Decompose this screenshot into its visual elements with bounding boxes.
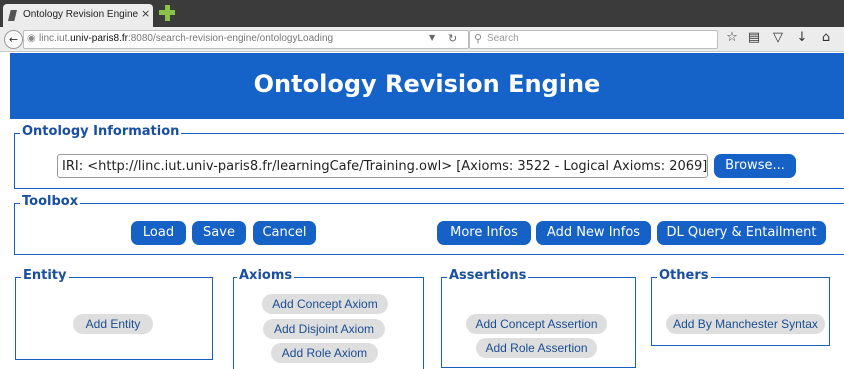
- add-role-axiom-button[interactable]: Add Role Axiom: [271, 343, 378, 363]
- dl-query-entailment-button[interactable]: DL Query & Entailment: [657, 221, 826, 245]
- search-icon: ⚲: [474, 32, 483, 45]
- new-tab-icon[interactable]: [159, 5, 175, 21]
- add-concept-axiom-button[interactable]: Add Concept Axiom: [262, 294, 388, 314]
- search-input[interactable]: ⚲ Search: [469, 30, 718, 49]
- home-icon[interactable]: ⌂: [818, 30, 834, 45]
- tab-title: Ontology Revision Engine: [23, 9, 139, 20]
- dropdown-icon[interactable]: ▼: [429, 33, 435, 42]
- others-fieldset: Others: [651, 268, 830, 346]
- star-icon[interactable]: ☆: [724, 30, 740, 45]
- search-placeholder: Search: [487, 33, 519, 44]
- toolbox-legend: Toolbox: [20, 194, 81, 210]
- tab-close-icon[interactable]: ×: [141, 7, 150, 20]
- favicon-icon: [8, 10, 17, 21]
- axioms-legend: Axioms: [237, 268, 295, 284]
- browser-tab-strip: Ontology Revision Engine ×: [0, 0, 844, 27]
- browse-button[interactable]: Browse...: [714, 154, 796, 178]
- add-new-infos-button[interactable]: Add New Infos: [536, 221, 651, 245]
- download-icon[interactable]: ↓: [794, 30, 810, 45]
- add-concept-assertion-button[interactable]: Add Concept Assertion: [466, 314, 607, 334]
- page-header: Ontology Revision Engine: [10, 53, 844, 119]
- others-legend: Others: [657, 268, 711, 284]
- navigation-bar: ← ◉ linc.iut.univ-paris8.fr:8080/search-…: [0, 27, 844, 52]
- add-entity-button[interactable]: Add Entity: [73, 314, 153, 334]
- save-button[interactable]: Save: [192, 221, 246, 245]
- reading-list-icon[interactable]: ▤: [746, 30, 762, 45]
- back-arrow-icon[interactable]: ←: [4, 30, 23, 49]
- load-button[interactable]: Load: [131, 221, 186, 245]
- more-infos-button[interactable]: More Infos: [437, 221, 531, 245]
- url-bar[interactable]: ◉ linc.iut.univ-paris8.fr:8080/search-re…: [23, 30, 469, 49]
- page-title: Ontology Revision Engine: [253, 70, 601, 98]
- add-disjoint-axiom-button[interactable]: Add Disjoint Axiom: [263, 319, 385, 339]
- iri-field[interactable]: IRI: <http://linc.iut.univ-paris8.fr/lea…: [57, 154, 708, 178]
- cancel-button[interactable]: Cancel: [253, 221, 316, 245]
- browser-tab[interactable]: Ontology Revision Engine ×: [3, 4, 153, 27]
- reload-icon[interactable]: ↻: [448, 32, 457, 45]
- ontology-information-legend: Ontology Information: [20, 124, 182, 140]
- url-text: linc.iut.univ-paris8.fr:8080/search-revi…: [39, 33, 334, 44]
- add-by-manchester-syntax-button[interactable]: Add By Manchester Syntax: [666, 314, 825, 334]
- assertions-legend: Assertions: [447, 268, 529, 284]
- globe-icon: ◉: [27, 33, 36, 44]
- add-role-assertion-button[interactable]: Add Role Assertion: [476, 338, 597, 358]
- entity-legend: Entity: [21, 268, 69, 284]
- pocket-icon[interactable]: ▽: [770, 30, 786, 45]
